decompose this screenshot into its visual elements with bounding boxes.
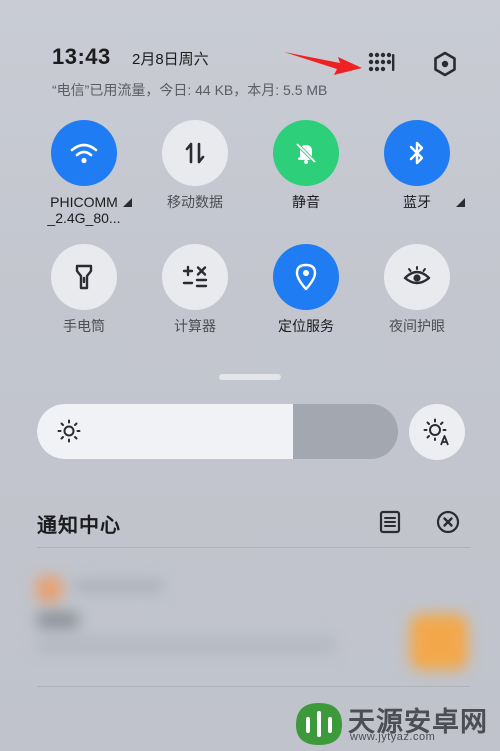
tile-wifi[interactable]: PHICOMM _2.4G_80...	[39, 120, 129, 226]
blurred-notification[interactable]	[30, 566, 475, 676]
location-label: 定位服务	[278, 318, 334, 334]
location-toggle[interactable]	[273, 244, 339, 310]
date-text: 2月8日周六	[132, 51, 209, 68]
flashlight-label: 手电筒	[63, 318, 105, 334]
settings-icon[interactable]	[431, 50, 459, 78]
red-arrow-annotation	[284, 52, 362, 75]
watermark-url: www.jytyaz.com	[350, 731, 436, 743]
eye-icon	[403, 266, 431, 285]
tile-calculator[interactable]: 计算器	[150, 244, 240, 334]
auto-brightness-icon	[423, 418, 449, 446]
bluetooth-icon	[409, 141, 424, 165]
tile-location[interactable]: 定位服务	[261, 244, 351, 334]
drag-handle[interactable]	[219, 374, 281, 380]
bluetooth-label: 蓝牙	[403, 194, 431, 210]
notification-center-title: 通知中心	[37, 515, 121, 537]
notification-manage-icon[interactable]	[375, 507, 405, 537]
mobile-data-icon	[185, 142, 205, 164]
eye-protection-toggle[interactable]	[384, 244, 450, 310]
eye-protection-label: 夜间护眼	[389, 318, 445, 334]
bell-mute-icon	[295, 142, 317, 164]
tile-eye-protection[interactable]: 夜间护眼	[372, 244, 462, 334]
flashlight-toggle[interactable]	[51, 244, 117, 310]
location-icon	[295, 263, 317, 291]
mute-toggle[interactable]	[273, 120, 339, 186]
sun-icon	[57, 419, 81, 443]
wifi-label: PHICOMM	[50, 194, 118, 210]
bluetooth-expand-caret-icon[interactable]	[456, 198, 465, 207]
wifi-expand-caret-icon[interactable]	[123, 198, 132, 207]
notification-divider	[37, 547, 470, 548]
tile-flashlight[interactable]: 手电筒	[39, 244, 129, 334]
clock-time: 13:43	[52, 44, 111, 69]
watermark-logo-icon	[296, 703, 342, 745]
tile-mute[interactable]: 静音	[261, 120, 351, 210]
mute-label: 静音	[292, 194, 320, 210]
wifi-icon	[70, 143, 98, 164]
calculator-toggle[interactable]	[162, 244, 228, 310]
notification-divider-bottom	[37, 686, 470, 687]
clear-all-icon[interactable]	[433, 507, 463, 537]
wifi-toggle[interactable]	[51, 120, 117, 186]
grid-edit-icon[interactable]	[366, 50, 396, 76]
bluetooth-toggle[interactable]	[384, 120, 450, 186]
auto-brightness-button[interactable]	[409, 404, 465, 460]
mobile-data-label: 移动数据	[167, 194, 223, 210]
calculator-icon	[182, 265, 208, 288]
data-usage-text: “电信”已用流量，今日: 44 KB，本月: 5.5 MB	[52, 82, 328, 98]
tile-bluetooth[interactable]: 蓝牙	[372, 120, 462, 210]
calculator-label: 计算器	[174, 318, 216, 334]
tile-mobile-data[interactable]: 移动数据	[150, 120, 240, 210]
wifi-sublabel: _2.4G_80...	[47, 210, 121, 226]
brightness-slider[interactable]	[37, 404, 398, 459]
mobile-data-toggle[interactable]	[162, 120, 228, 186]
flashlight-icon	[75, 264, 93, 290]
